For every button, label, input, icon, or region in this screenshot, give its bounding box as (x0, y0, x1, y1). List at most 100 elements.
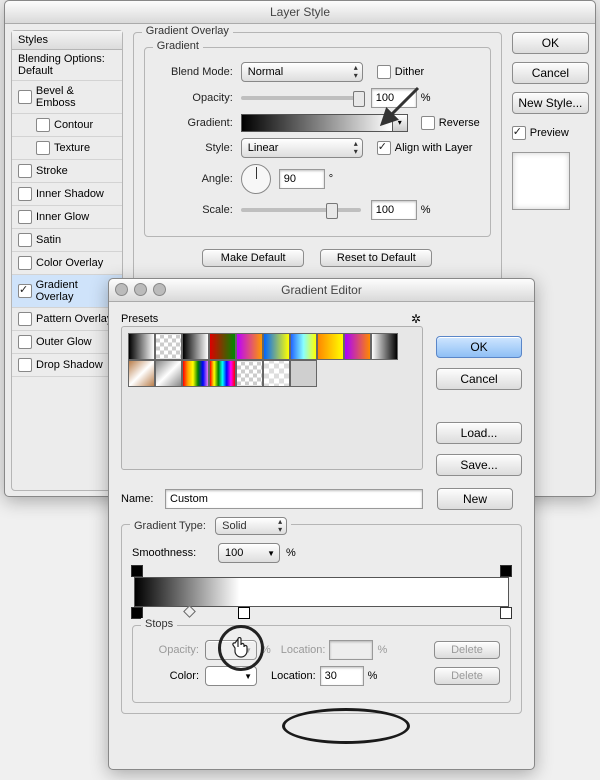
midpoint-diamond[interactable] (183, 605, 196, 618)
dither-checkbox[interactable] (377, 65, 391, 79)
preset-swatch-1[interactable] (155, 333, 182, 360)
gradient-picker[interactable]: ▾ (241, 114, 393, 132)
style-option-inner-glow[interactable]: Inner Glow (12, 206, 122, 229)
style-option-texture[interactable]: Texture (12, 137, 122, 160)
style-option-gradient-overlay[interactable]: Gradient Overlay (12, 275, 122, 308)
opacity-slider[interactable] (241, 96, 361, 100)
preset-swatch-3[interactable] (209, 333, 236, 360)
ge-load-button[interactable]: Load... (436, 422, 522, 444)
gradient-overlay-group: Gradient Overlay Gradient Blend Mode: No… (133, 32, 502, 282)
preset-swatch-4[interactable] (236, 333, 263, 360)
preset-swatch-7[interactable] (317, 333, 344, 360)
style-option-checkbox[interactable] (18, 90, 32, 104)
stop-color-swatch[interactable]: ▼ (205, 666, 257, 686)
close-icon[interactable] (115, 283, 128, 296)
opacity-label: Opacity: (155, 92, 241, 104)
ge-new-button[interactable]: New (437, 488, 513, 510)
angle-label: Angle: (155, 173, 241, 185)
group-legend-outer: Gradient Overlay (142, 25, 233, 37)
style-option-checkbox[interactable] (18, 358, 32, 372)
opacity-input[interactable] (371, 88, 417, 108)
align-checkbox[interactable] (377, 141, 391, 155)
name-input[interactable] (165, 489, 423, 509)
styles-header[interactable]: Styles (12, 31, 122, 50)
stop-color-location-label: Location: (271, 670, 316, 682)
presets-label: Presets (121, 313, 411, 325)
preset-swatch-12[interactable] (182, 360, 209, 387)
minimize-icon[interactable] (134, 283, 147, 296)
angle-dial[interactable] (241, 164, 271, 194)
ok-button[interactable]: OK (512, 32, 589, 54)
preset-swatch-6[interactable] (290, 333, 317, 360)
smoothness-label: Smoothness: (132, 547, 218, 559)
scale-input[interactable] (371, 200, 417, 220)
style-option-checkbox[interactable] (18, 284, 32, 298)
preset-swatch-5[interactable] (263, 333, 290, 360)
color-delete-button[interactable]: Delete (434, 667, 500, 685)
reverse-checkbox[interactable] (421, 116, 435, 130)
stop-color-label: Color: (143, 670, 205, 682)
style-option-color-overlay[interactable]: Color Overlay (12, 252, 122, 275)
preset-swatch-15[interactable] (263, 360, 290, 387)
ge-cancel-button[interactable]: Cancel (436, 368, 522, 390)
preset-swatch-13[interactable] (209, 360, 236, 387)
preset-swatch-10[interactable] (128, 360, 155, 387)
angle-input[interactable] (279, 169, 325, 189)
blending-options-row[interactable]: Blending Options: Default (12, 50, 122, 81)
scale-label: Scale: (155, 204, 241, 216)
color-stop-right[interactable] (500, 607, 512, 619)
stops-legend: Stops (141, 618, 177, 630)
style-option-drop-shadow[interactable]: Drop Shadow (12, 354, 122, 377)
stop-opacity-location-input (329, 640, 373, 660)
preset-swatch-14[interactable] (236, 360, 263, 387)
zoom-icon[interactable] (153, 283, 166, 296)
gradient-dropdown-icon[interactable]: ▾ (392, 114, 408, 132)
reset-default-button[interactable]: Reset to Default (320, 249, 432, 267)
scale-slider[interactable] (241, 208, 361, 212)
style-option-checkbox[interactable] (18, 210, 32, 224)
gradient-type-select[interactable]: Solid▴▾ (215, 517, 287, 535)
style-option-checkbox[interactable] (36, 118, 50, 132)
style-option-checkbox[interactable] (18, 335, 32, 349)
preset-swatch-11[interactable] (155, 360, 182, 387)
color-stop-active[interactable] (238, 607, 250, 619)
opacity-delete-button: Delete (434, 641, 500, 659)
blend-mode-select[interactable]: Normal▴▾ (241, 62, 363, 82)
style-option-outer-glow[interactable]: Outer Glow (12, 331, 122, 354)
style-option-checkbox[interactable] (18, 164, 32, 178)
preset-swatch-2[interactable] (182, 333, 209, 360)
style-option-satin[interactable]: Satin (12, 229, 122, 252)
ge-save-button[interactable]: Save... (436, 454, 522, 476)
style-option-label: Pattern Overlay (36, 313, 112, 325)
preview-checkbox[interactable] (512, 126, 526, 140)
style-option-checkbox[interactable] (18, 312, 32, 326)
style-option-checkbox[interactable] (18, 187, 32, 201)
style-option-bevel-emboss[interactable]: Bevel & Emboss (12, 81, 122, 114)
dither-label: Dither (395, 66, 424, 78)
style-option-stroke[interactable]: Stroke (12, 160, 122, 183)
make-default-button[interactable]: Make Default (202, 249, 304, 267)
preset-swatch-9[interactable] (371, 333, 398, 360)
opacity-stop-left[interactable] (131, 565, 143, 577)
presets-menu-icon[interactable]: ✲ (411, 312, 421, 326)
preset-swatch-0[interactable] (128, 333, 155, 360)
preset-swatch-8[interactable] (344, 333, 371, 360)
style-option-checkbox[interactable] (18, 256, 32, 270)
opacity-stop-right[interactable] (500, 565, 512, 577)
reverse-label: Reverse (439, 117, 480, 129)
stop-color-location-input[interactable] (320, 666, 364, 686)
style-option-contour[interactable]: Contour (12, 114, 122, 137)
preview-swatch (512, 152, 570, 210)
ge-ok-button[interactable]: OK (436, 336, 522, 358)
style-option-checkbox[interactable] (18, 233, 32, 247)
style-option-pattern-overlay[interactable]: Pattern Overlay (12, 308, 122, 331)
style-option-checkbox[interactable] (36, 141, 50, 155)
cancel-button[interactable]: Cancel (512, 62, 589, 84)
gradient-label: Gradient: (155, 117, 241, 129)
gradient-bar[interactable] (134, 577, 509, 607)
smoothness-input[interactable]: 100▼ (218, 543, 280, 563)
style-option-inner-shadow[interactable]: Inner Shadow (12, 183, 122, 206)
style-select[interactable]: Linear▴▾ (241, 138, 363, 158)
preset-swatch-16[interactable] (290, 360, 317, 387)
new-style-button[interactable]: New Style... (512, 92, 589, 114)
